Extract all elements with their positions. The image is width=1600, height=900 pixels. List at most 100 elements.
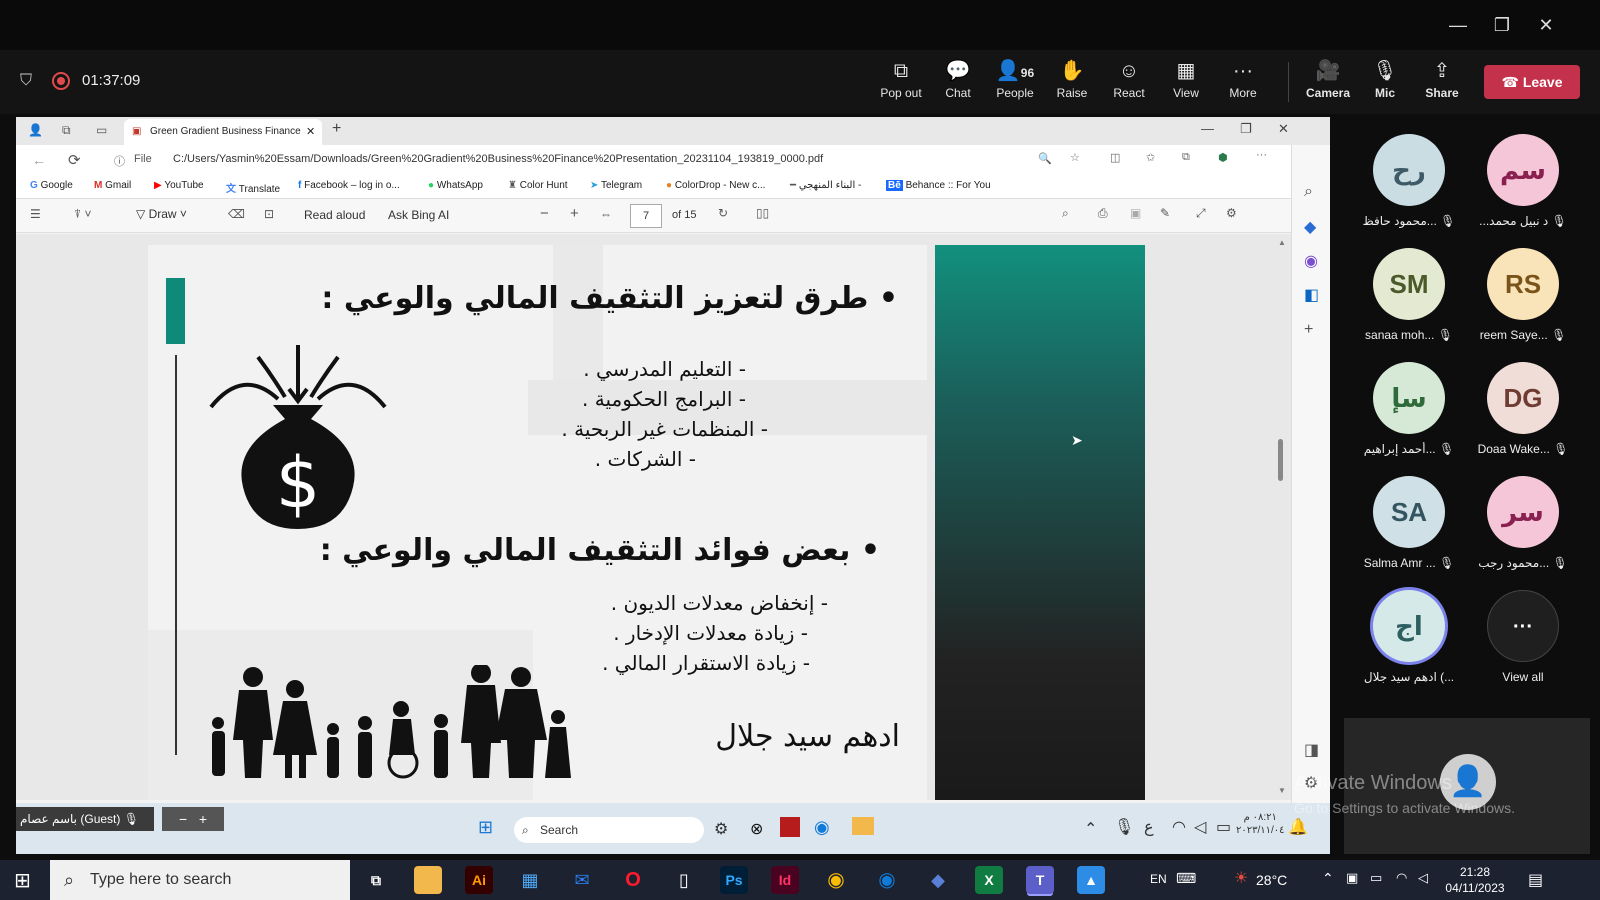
keyboard-icon[interactable]: ⌨ bbox=[1176, 870, 1196, 887]
browser-restore-button[interactable]: ❐ bbox=[1240, 121, 1252, 137]
sidebar-toggle-icon[interactable]: ◨ bbox=[1304, 740, 1319, 760]
add-sidebar-icon[interactable]: + bbox=[1304, 321, 1313, 339]
mic-button[interactable]: 🎙 Mic bbox=[1357, 58, 1413, 108]
photoshop-icon[interactable]: Ps bbox=[720, 866, 748, 894]
contents-icon[interactable]: ☰ bbox=[30, 207, 41, 221]
volume-icon[interactable]: ◁ bbox=[1194, 817, 1206, 837]
battery-icon[interactable]: ▭ bbox=[1216, 817, 1231, 837]
eraser-icon[interactable]: ⌫ bbox=[228, 207, 245, 221]
read-aloud-button[interactable]: Read aloud bbox=[304, 208, 365, 222]
highlight-icon[interactable]: ⍒ ˅ bbox=[74, 207, 92, 222]
photos-icon[interactable]: ▲ bbox=[1077, 866, 1105, 894]
participant-tile-speaking[interactable]: اج ادهم سيد جلال (... bbox=[1361, 590, 1457, 700]
close-tab-icon[interactable]: ✕ bbox=[306, 119, 315, 145]
taskbar-clock[interactable]: ٠٨:٢١ م ٢٠٢٣/١١/٠٤ bbox=[1236, 811, 1285, 837]
discover-icon[interactable]: ◆ bbox=[1304, 217, 1316, 237]
battery-icon[interactable]: ▭ bbox=[1370, 870, 1382, 886]
participant-tile[interactable]: سإ أحمد إبراهيم... 🎙 bbox=[1361, 362, 1457, 472]
tray-mic-icon[interactable]: 🎙 bbox=[1114, 817, 1134, 837]
input-lang[interactable]: ع bbox=[1144, 817, 1154, 837]
participant-tile[interactable]: رح محمود حافظ... 🎙 bbox=[1361, 134, 1457, 244]
bookmark-colorhunt[interactable]: ♜ Color Hunt bbox=[508, 180, 568, 191]
profile-icon[interactable]: 👤 bbox=[28, 123, 43, 137]
zoom-controls[interactable]: − + bbox=[162, 807, 224, 831]
task-view-icon[interactable]: ⧉ bbox=[362, 866, 390, 894]
windows-start-icon[interactable]: ⊞ bbox=[14, 868, 31, 893]
notification-icon[interactable]: 🔔 bbox=[1288, 817, 1308, 837]
workspaces-icon[interactable]: ⧉ bbox=[62, 123, 71, 138]
network-icon[interactable]: ▣ bbox=[1346, 870, 1358, 886]
new-tab-button[interactable]: + bbox=[332, 120, 341, 138]
search-sidebar-icon[interactable]: ⌕ bbox=[1304, 183, 1313, 201]
zoom-icon[interactable]: 🔍 bbox=[1038, 152, 1052, 165]
opera-icon[interactable]: O bbox=[619, 866, 647, 894]
browser-close-button[interactable]: ✕ bbox=[1278, 121, 1289, 137]
save-as-icon[interactable]: ✎ bbox=[1160, 206, 1170, 220]
participant-tile[interactable]: سر محمود رجب... 🎙 bbox=[1475, 476, 1571, 586]
edge-icon[interactable]: ◉ bbox=[814, 817, 830, 838]
excel-icon[interactable]: X bbox=[975, 866, 1003, 894]
bookmark-telegram[interactable]: ➤ Telegram bbox=[590, 180, 642, 191]
more-button[interactable]: ··· More bbox=[1215, 58, 1271, 108]
chat-button[interactable]: 💬 Chat bbox=[930, 58, 986, 108]
settings-app-icon[interactable]: ⚙ bbox=[714, 819, 728, 839]
ask-bing-button[interactable]: Ask Bing AI bbox=[388, 208, 449, 222]
windows-start-icon[interactable]: ⊞ bbox=[478, 817, 493, 838]
shield-icon[interactable]: ⛉ bbox=[20, 72, 32, 90]
collections-icon[interactable]: ⧉ bbox=[1182, 151, 1190, 164]
raise-hand-button[interactable]: ✋ Raise bbox=[1044, 58, 1100, 108]
taskbar-search[interactable]: ⌕ Search bbox=[514, 817, 704, 843]
tray-chevron-icon[interactable]: ⌃ bbox=[1322, 870, 1334, 887]
file-explorer-icon[interactable] bbox=[852, 817, 874, 835]
teams-icon[interactable]: T bbox=[1026, 866, 1054, 894]
rotate-icon[interactable]: ↻ bbox=[718, 206, 728, 220]
bookmark-youtube[interactable]: ▶ YouTube bbox=[154, 180, 204, 191]
settings-icon[interactable]: ⚙ bbox=[1226, 206, 1237, 220]
refresh-icon[interactable]: ⟳ bbox=[68, 151, 81, 169]
tab-actions-icon[interactable]: ▭ bbox=[96, 123, 107, 137]
tools-icon[interactable]: ◉ bbox=[1304, 251, 1318, 271]
illustrator-icon[interactable]: Ai bbox=[465, 866, 493, 894]
menu-icon[interactable]: ··· bbox=[1256, 149, 1267, 161]
indesign-icon[interactable]: Id bbox=[771, 866, 799, 894]
share-button[interactable]: ⇪ Share bbox=[1414, 58, 1470, 108]
extension-icon[interactable]: ⬢ bbox=[1218, 151, 1228, 164]
system-clock[interactable]: 21:28 04/11/2023 bbox=[1440, 864, 1510, 896]
draw-button[interactable]: ▽ Draw ˅ bbox=[136, 207, 187, 221]
fullscreen-icon[interactable]: ⤢ bbox=[1196, 206, 1206, 221]
language-indicator[interactable]: EN bbox=[1150, 872, 1167, 886]
people-button[interactable]: 👤96 People bbox=[987, 58, 1043, 108]
view-all-button[interactable]: ··· View all bbox=[1475, 590, 1571, 700]
wifi-icon[interactable]: ◠ bbox=[1396, 870, 1407, 886]
participant-tile[interactable]: سم ...د نبيل محمد 🎙 bbox=[1475, 134, 1571, 244]
pop-out-button[interactable]: ⧉ Pop out bbox=[873, 58, 929, 108]
url-field[interactable]: C:/Users/Yasmin%20Essam/Downloads/Green%… bbox=[173, 153, 1023, 165]
browser-minimize-button[interactable]: — bbox=[1201, 121, 1214, 136]
participant-tile[interactable]: RS reem Saye... 🎙 bbox=[1475, 248, 1571, 358]
close-button[interactable]: ✕ bbox=[1528, 10, 1564, 40]
edge-icon[interactable]: ◉ bbox=[873, 866, 901, 894]
pdf-scrollbar[interactable]: ▲ ▼ bbox=[1274, 234, 1286, 800]
page-view-icon[interactable]: ▯▯ bbox=[756, 206, 769, 220]
wifi-icon[interactable]: ◠ bbox=[1172, 817, 1186, 837]
bookmark-arabic[interactable]: ━ البناء المنهجي - bbox=[790, 180, 861, 191]
react-button[interactable]: ☺ React bbox=[1101, 58, 1157, 108]
camera-button[interactable]: 🎥 Camera bbox=[1300, 58, 1356, 108]
bookmark-google[interactable]: G Google bbox=[30, 180, 73, 191]
bookmark-facebook[interactable]: f Facebook – log in o... bbox=[298, 180, 400, 191]
weather-temp[interactable]: 28°C bbox=[1256, 872, 1287, 888]
browser-tab-active[interactable]: ▣ Green Gradient Business Finance ✕ bbox=[124, 119, 322, 145]
zoom-in-button[interactable]: + bbox=[570, 205, 579, 222]
minimize-button[interactable]: — bbox=[1440, 10, 1476, 40]
zoom-out-button[interactable]: − bbox=[540, 205, 549, 222]
fit-page-icon[interactable]: ⇔ bbox=[600, 207, 612, 221]
weather-icon[interactable]: ☀ bbox=[1234, 868, 1248, 888]
restore-button[interactable]: ❐ bbox=[1484, 10, 1520, 40]
participant-tile[interactable]: SM sanaa moh... 🎙 bbox=[1361, 248, 1457, 358]
page-number-input[interactable]: 7 bbox=[630, 204, 662, 228]
print-icon[interactable]: ⎙ bbox=[1098, 206, 1108, 221]
file-explorer-icon[interactable] bbox=[414, 866, 442, 894]
info-icon[interactable]: ⓘ bbox=[114, 153, 125, 169]
mail-icon[interactable]: ✉ bbox=[568, 866, 596, 894]
leave-button[interactable]: ☎ Leave bbox=[1484, 65, 1580, 99]
